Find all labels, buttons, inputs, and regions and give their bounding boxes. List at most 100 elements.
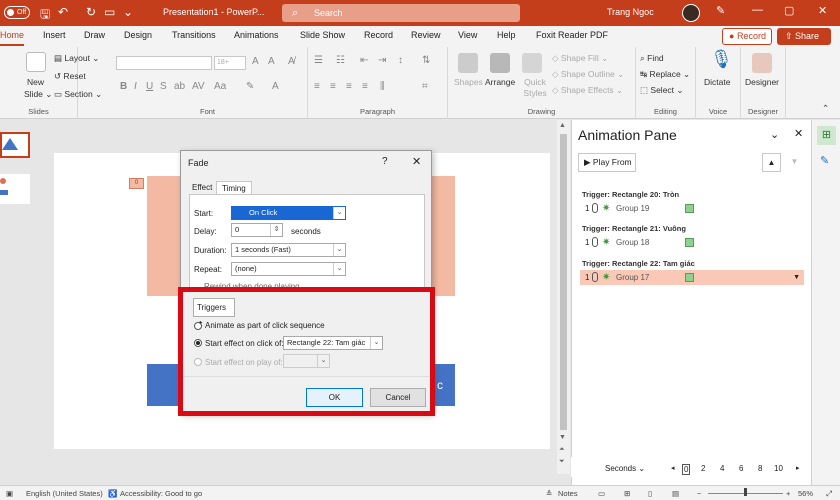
shape-fill-button[interactable]: ◇ Shape Fill ⌄ xyxy=(552,53,608,64)
delay-input[interactable]: 0 ⇕ xyxy=(231,223,283,237)
play-from-button[interactable]: ▶ Play From xyxy=(578,153,636,172)
item-menu-icon[interactable]: ▼ xyxy=(793,270,800,285)
animation-item-3[interactable]: 1 ✷ Group 17 ▼ xyxy=(580,270,804,285)
spinner-icon[interactable]: ⇕ xyxy=(270,224,282,236)
format-icon[interactable]: ✎ xyxy=(820,154,829,167)
shadow-icon[interactable]: S xyxy=(160,81,167,92)
designer-label[interactable]: Designer xyxy=(745,77,779,87)
timeline-label[interactable]: Seconds ⌄ xyxy=(605,464,645,473)
strike-icon[interactable]: ab xyxy=(174,81,185,92)
reading-view-icon[interactable]: ▯ xyxy=(648,489,652,498)
layout-button[interactable]: ▤ Layout ⌄ xyxy=(54,53,99,64)
fit-to-window-icon[interactable]: ⤢ xyxy=(826,489,832,499)
share-button[interactable]: ⇧ Share xyxy=(777,28,831,45)
find-button[interactable]: ⌕ Find xyxy=(640,53,664,64)
tab-view[interactable]: View xyxy=(458,30,477,40)
search-box[interactable]: ⌕ Search xyxy=(282,4,520,22)
slide-sorter-icon[interactable]: ⊞ xyxy=(624,489,630,498)
tab-insert[interactable]: Insert xyxy=(43,30,66,40)
maximize-icon[interactable]: ▢ xyxy=(784,4,794,17)
accessibility-status[interactable]: Accessibility: Good to go xyxy=(120,489,202,498)
record-button[interactable]: ● Record xyxy=(722,28,772,45)
tab-foxit[interactable]: Foxit Reader PDF xyxy=(536,30,608,40)
scroll-down-icon[interactable]: ▼ xyxy=(559,434,566,441)
section-button[interactable]: ▭ Section ⌄ xyxy=(54,89,102,100)
notes-button[interactable]: Notes xyxy=(558,489,578,498)
accessibility-icon[interactable]: ♿ xyxy=(108,489,117,498)
start-select[interactable]: On Click ⌄ xyxy=(231,206,346,220)
align-right-icon[interactable]: ≡ xyxy=(346,81,352,92)
close-icon[interactable]: ✕ xyxy=(818,4,827,17)
highlight-icon[interactable]: ✎ xyxy=(246,81,254,92)
move-down-icon[interactable]: ▼ xyxy=(785,153,804,172)
timeline-right-icon[interactable]: ▸ xyxy=(796,464,800,472)
slide-thumbnail-2[interactable] xyxy=(0,174,30,204)
previous-slide-icon[interactable]: ⏶ xyxy=(559,446,565,454)
indent-increase-icon[interactable]: ⇥ xyxy=(378,55,386,66)
zoom-out-icon[interactable]: − xyxy=(697,489,701,498)
shape-outline-button[interactable]: ◇ Shape Outline ⌄ xyxy=(552,69,624,80)
next-slide-icon[interactable]: ⏷ xyxy=(559,458,565,466)
help-icon[interactable]: ? xyxy=(382,156,388,167)
undo-icon[interactable]: ↶ xyxy=(58,5,68,19)
animation-item-1[interactable]: 1 ✷ Group 19 xyxy=(580,201,804,216)
align-center-icon[interactable]: ≡ xyxy=(330,81,336,92)
tab-draw[interactable]: Draw xyxy=(84,30,105,40)
tab-design[interactable]: Design xyxy=(124,30,152,40)
animation-item-2[interactable]: 1 ✷ Group 18 xyxy=(580,235,804,250)
slide-thumbnail-1[interactable] xyxy=(0,132,30,158)
scroll-up-icon[interactable]: ▲ xyxy=(559,122,566,129)
vertical-scrollbar[interactable]: ▲ ▼ ⏶ ⏷ xyxy=(557,120,570,474)
new-slide-icon[interactable] xyxy=(26,52,46,72)
line-spacing-icon[interactable]: ↕ xyxy=(398,55,403,66)
scrollbar-thumb[interactable] xyxy=(560,134,567,430)
indent-decrease-icon[interactable]: ⇤ xyxy=(360,55,368,66)
bullets-icon[interactable]: ☰ xyxy=(314,55,323,66)
move-up-icon[interactable]: ▲ xyxy=(762,153,781,172)
tab-transitions[interactable]: Transitions xyxy=(172,30,216,40)
designer-icon[interactable] xyxy=(752,53,772,73)
tab-home[interactable]: Home xyxy=(0,30,25,46)
arrange-label[interactable]: Arrange xyxy=(485,77,515,87)
grow-font-icon[interactable]: A xyxy=(252,56,259,67)
present-icon[interactable]: ▭ xyxy=(104,5,115,19)
tab-review[interactable]: Review xyxy=(411,30,441,40)
align-left-icon[interactable]: ≡ xyxy=(314,81,320,92)
quick-styles-label[interactable]: Quick Styles xyxy=(520,77,550,99)
numbering-icon[interactable]: ☷ xyxy=(336,55,345,66)
tab-timing[interactable]: Timing xyxy=(216,181,252,195)
tab-animations[interactable]: Animations xyxy=(234,30,279,40)
font-name-combo[interactable] xyxy=(116,56,212,70)
tab-slide-show[interactable]: Slide Show xyxy=(300,30,345,40)
zoom-in-icon[interactable]: + xyxy=(786,489,790,498)
timeline-left-icon[interactable]: ◂ xyxy=(671,464,675,472)
font-color-icon[interactable]: A xyxy=(272,81,279,92)
bold-icon[interactable]: B xyxy=(120,81,127,92)
new-slide-label2[interactable]: Slide ⌄ xyxy=(24,89,52,100)
animation-pane-icon[interactable]: ⊞ xyxy=(817,126,836,145)
quick-styles-icon[interactable] xyxy=(522,53,542,73)
duration-select[interactable]: 1 seconds (Fast) ⌄ xyxy=(231,243,346,257)
close-icon[interactable]: ✕ xyxy=(412,155,421,168)
microphone-icon[interactable]: 🎙 xyxy=(710,49,733,70)
justify-icon[interactable]: ≡ xyxy=(362,81,368,92)
close-icon[interactable]: ✕ xyxy=(794,127,803,140)
shapes-label[interactable]: Shapes xyxy=(454,77,483,87)
new-slide-label[interactable]: New xyxy=(27,77,44,87)
tab-record[interactable]: Record xyxy=(364,30,393,40)
dictate-label[interactable]: Dictate xyxy=(704,77,730,87)
customize-qat-icon[interactable]: ⌄ xyxy=(123,5,133,19)
avatar[interactable] xyxy=(682,4,700,22)
clear-format-icon[interactable]: A̸ xyxy=(288,56,295,67)
zoom-level[interactable]: 56% xyxy=(798,489,813,498)
smartart-icon[interactable]: ⌗ xyxy=(422,81,428,92)
normal-view-icon[interactable]: ▭ xyxy=(598,489,605,498)
language-status[interactable]: English (United States) xyxy=(26,489,103,498)
case-icon[interactable]: Aa xyxy=(214,81,226,92)
repeat-select[interactable]: (none) ⌄ xyxy=(231,262,346,276)
tab-help[interactable]: Help xyxy=(497,30,516,40)
arrange-icon[interactable] xyxy=(490,53,510,73)
underline-icon[interactable]: U xyxy=(146,81,153,92)
reset-button[interactable]: ↺ Reset xyxy=(54,71,86,82)
slideshow-icon[interactable]: ▤ xyxy=(672,489,679,498)
